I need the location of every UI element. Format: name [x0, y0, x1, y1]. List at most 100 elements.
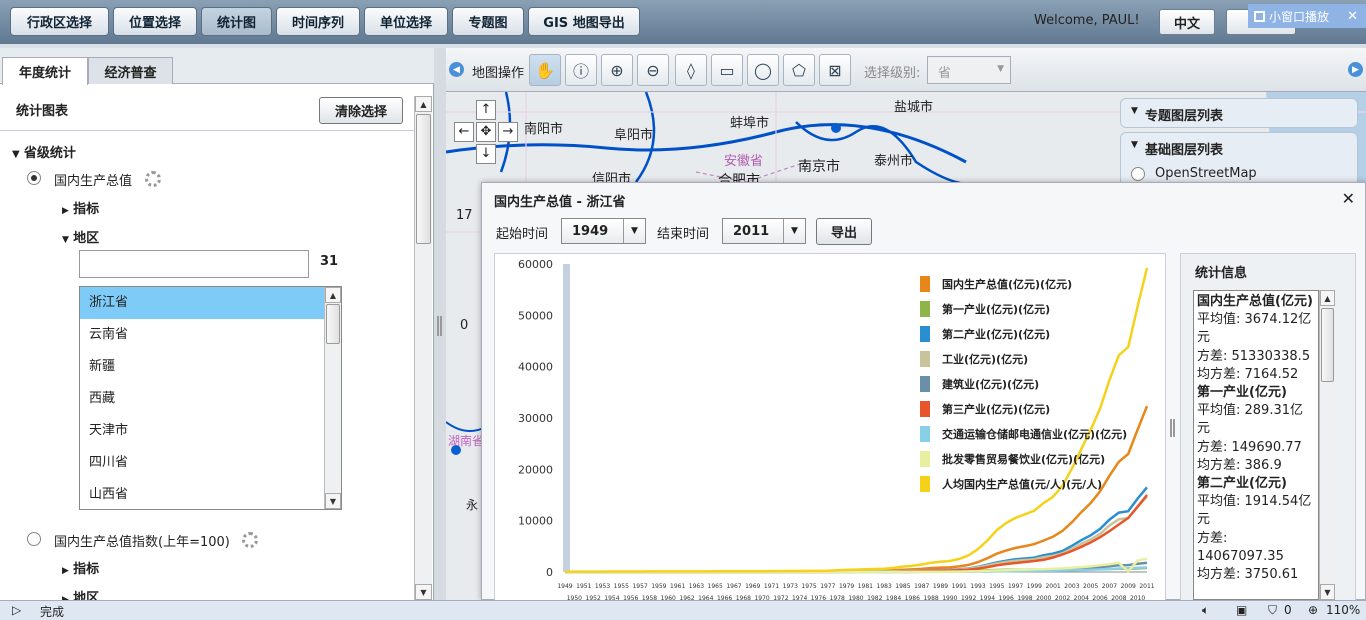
list-item[interactable]: 云南省 — [80, 319, 341, 351]
zoom-out-icon[interactable]: ⊖ — [637, 54, 669, 86]
shield-icon[interactable]: ⛉ — [1268, 603, 1277, 618]
region-search-input[interactable] — [79, 250, 309, 278]
pan-left-icon[interactable]: ← — [454, 122, 474, 142]
grip-icon[interactable] — [1170, 419, 1175, 437]
region-label: 地区 — [73, 591, 100, 600]
zoom-icon[interactable]: ⊕ — [1308, 603, 1318, 617]
map-label: 泰州市 — [874, 154, 914, 169]
marker-pin-icon[interactable]: ◊ — [675, 54, 707, 86]
thematic-layers-title: 专题图层列表 — [1145, 109, 1224, 124]
clear-selection-icon[interactable]: ⊠ — [819, 54, 851, 86]
base-layers-panel[interactable]: ▼ 基础图层列表 OpenStreetMap — [1120, 132, 1358, 188]
chart-area: 0 10000 20000 30000 40000 50000 60000 1949 1950 1… — [494, 253, 1166, 602]
close-icon[interactable]: ✕ — [1342, 189, 1355, 208]
list-item[interactable]: 山西省 — [80, 479, 341, 511]
thematic-layers-panel[interactable]: ▼ 专题图层列表 — [1120, 98, 1358, 128]
pan-down-icon[interactable]: ↓ — [476, 144, 496, 164]
circle-select-icon[interactable]: ◯ — [747, 54, 779, 86]
x-tick-label: 1969 — [745, 583, 760, 590]
map-label: 永 — [466, 498, 479, 512]
start-year-value: 1949 — [572, 223, 609, 239]
stats-scrollbar[interactable]: ▲ ▼ — [1319, 290, 1335, 600]
scroll-up-icon[interactable]: ▲ — [1320, 290, 1335, 306]
scroll-down-icon[interactable]: ▼ — [325, 493, 341, 509]
tab-gis-export[interactable]: GIS 地图导出 — [528, 7, 640, 36]
stats-content: 国内生产总值(亿元) 平均值: 3674.12亿元 方差: 51330338.5… — [1193, 290, 1319, 600]
zoom-in-icon[interactable]: ⊕ — [601, 54, 633, 86]
tab-statistics-chart[interactable]: 统计图 — [201, 7, 272, 36]
tree-indicator-2[interactable]: ▶ 指标 — [62, 558, 99, 577]
scroll-thumb[interactable] — [1321, 308, 1334, 382]
mini-window-play-button[interactable]: 小窗口播放 ✕ — [1248, 4, 1366, 28]
tree-region-2[interactable]: ▶ 地区 — [62, 587, 99, 600]
panel-splitter[interactable] — [434, 48, 446, 600]
pan-center-icon[interactable]: ✥ — [476, 122, 496, 142]
end-year-value: 2011 — [733, 223, 770, 239]
collapsed-arrow-icon: ▶ — [62, 206, 69, 216]
tab-annual-stats[interactable]: 年度统计 — [2, 57, 88, 85]
statistics-info-panel: 统计信息 国内生产总值(亿元) 平均值: 3674.12亿元 方差: 51330… — [1180, 253, 1356, 601]
clear-selection-button[interactable]: 清除选择 — [319, 97, 403, 124]
scroll-up-icon[interactable]: ▲ — [415, 96, 432, 112]
tab-region-select[interactable]: 行政区选择 — [10, 7, 109, 36]
tree-indicator[interactable]: ▶ 指标 — [62, 198, 99, 217]
map-toolbar: ◀ 地图操作 ✋ ⓘ ⊕ ⊖ ◊ ▭ ◯ ⬠ ⊠ 选择级别: 省 ▼ ▶ — [446, 48, 1366, 92]
left-panel-scrollbar[interactable]: ▲ ▼ — [414, 96, 432, 600]
compatibility-icon[interactable]: ▣ — [1236, 603, 1247, 617]
rectangle-select-icon[interactable]: ▭ — [711, 54, 743, 86]
gear-icon[interactable] — [242, 532, 258, 548]
tab-economic-census[interactable]: 经济普查 — [88, 57, 173, 84]
x-tick-label: 1977 — [820, 583, 835, 590]
x-tick-label: 1949 — [557, 583, 572, 590]
gdp-index-radio[interactable] — [27, 532, 41, 546]
x-tick-label: 1987 — [914, 583, 929, 590]
start-year-select[interactable]: 1949 ▼ — [561, 218, 646, 244]
x-tick-label: 1981 — [858, 583, 873, 590]
stat-variance: 方差: 149690.77 — [1197, 439, 1302, 455]
scroll-thumb[interactable] — [326, 304, 340, 344]
stat-std: 均方差: 386.9 — [1197, 457, 1282, 473]
list-scrollbar[interactable]: ▲ ▼ — [324, 287, 341, 509]
list-item[interactable]: 天津市 — [80, 415, 341, 447]
stat-std: 均方差: 7164.52 — [1197, 366, 1299, 382]
scroll-down-icon[interactable]: ▼ — [415, 584, 432, 600]
tree-group-provincial[interactable]: ▼ 省级统计 — [12, 142, 76, 161]
tab-thematic-map[interactable]: 专题图 — [452, 7, 524, 36]
end-year-select[interactable]: 2011 ▼ — [722, 218, 806, 244]
sidebar-toggle-icon[interactable]: ▷ — [12, 603, 21, 617]
collapse-left-icon[interactable]: ◀ — [449, 62, 464, 77]
zoom-level: 110% — [1326, 603, 1361, 617]
scroll-down-icon[interactable]: ▼ — [1320, 584, 1335, 600]
legend-label: 第一产业(亿元)(亿元) — [942, 302, 1050, 316]
pan-right-icon[interactable]: → — [498, 122, 518, 142]
list-item[interactable]: 四川省 — [80, 447, 341, 479]
gear-icon[interactable] — [145, 171, 161, 187]
chevron-down-icon: ▼ — [783, 219, 805, 243]
info-icon[interactable]: ⓘ — [565, 54, 597, 86]
gdp-radio[interactable] — [27, 171, 41, 185]
polygon-select-icon[interactable]: ⬠ — [783, 54, 815, 86]
list-item[interactable]: 西藏 — [80, 383, 341, 415]
pan-up-icon[interactable]: ↑ — [476, 100, 496, 120]
pan-hand-icon[interactable]: ✋ — [529, 54, 561, 86]
statistics-dialog: 国内生产总值 - 浙江省 ✕ 起始时间 1949 ▼ 结束时间 2011 ▼ 导… — [481, 182, 1366, 602]
top-navigation-bar: 行政区选择 位置选择 统计图 时间序列 单位选择 专题图 GIS 地图导出 We… — [0, 0, 1366, 44]
stat-series-name: 第二产业(亿元) — [1197, 476, 1287, 492]
tree-region[interactable]: ▼ 地区 — [62, 227, 99, 246]
tab-time-series[interactable]: 时间序列 — [276, 7, 360, 36]
export-button[interactable]: 导出 — [816, 218, 872, 245]
osm-radio[interactable] — [1131, 167, 1145, 181]
tab-unit-select[interactable]: 单位选择 — [364, 7, 448, 36]
scroll-thumb[interactable] — [416, 114, 431, 244]
y-axis-band — [563, 264, 570, 572]
list-item[interactable]: 新疆 — [80, 351, 341, 383]
lang-chinese-button[interactable]: 中文 — [1159, 9, 1215, 35]
close-icon[interactable]: ✕ — [1347, 9, 1358, 24]
level-select[interactable]: 省 ▼ — [927, 56, 1011, 84]
protected-count: 0 — [1284, 603, 1292, 617]
list-item[interactable]: 浙江省 — [80, 287, 324, 319]
collapse-right-icon[interactable]: ▶ — [1348, 62, 1363, 77]
speaker-icon[interactable]: 🔈︎ — [1202, 603, 1209, 618]
scroll-up-icon[interactable]: ▲ — [325, 287, 341, 303]
tab-location-select[interactable]: 位置选择 — [113, 7, 197, 36]
